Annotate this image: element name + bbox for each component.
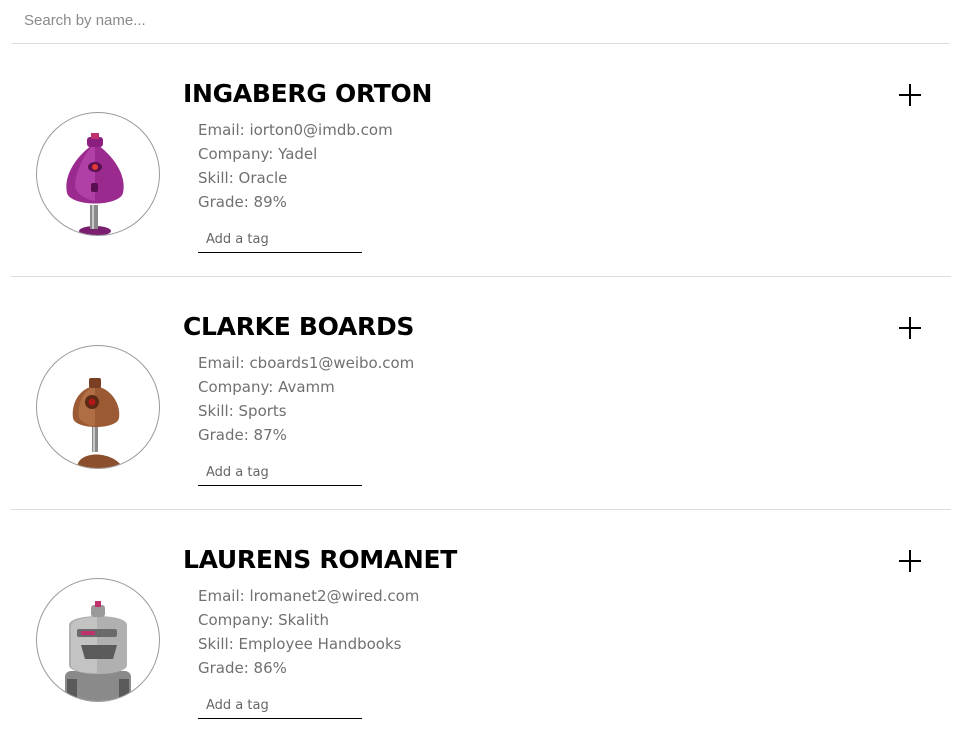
student-details: Email: iorton0@imdb.com Company: Yadel S… [198, 118, 393, 214]
robot-avatar-purple-icon [66, 133, 124, 235]
student-company: Company: Avamm [198, 378, 335, 396]
plus-icon [899, 550, 921, 572]
add-tag-input[interactable] [198, 693, 362, 719]
student-name: CLARKE BOARDS [183, 312, 415, 341]
student-email: Email: iorton0@imdb.com [198, 121, 393, 139]
search-bar [12, 0, 950, 44]
avatar [36, 345, 160, 469]
avatar [36, 578, 160, 702]
student-skill: Skill: Oracle [198, 169, 288, 187]
expand-button[interactable] [897, 315, 923, 341]
student-email: Email: lromanet2@wired.com [198, 587, 420, 605]
student-company: Company: Skalith [198, 611, 329, 629]
avatar [36, 112, 160, 236]
student-list: INGABERG ORTON Email: iorton0@imdb.com C… [0, 44, 962, 742]
student-email: Email: cboards1@weibo.com [198, 354, 415, 372]
expand-button[interactable] [897, 548, 923, 574]
student-name: LAURENS ROMANET [183, 545, 458, 574]
student-card: INGABERG ORTON Email: iorton0@imdb.com C… [11, 44, 951, 277]
student-details: Email: cboards1@weibo.com Company: Avamm… [198, 351, 414, 447]
student-company: Company: Yadel [198, 145, 318, 163]
student-card: CLARKE BOARDS Email: cboards1@weibo.com … [11, 277, 951, 510]
student-card: LAURENS ROMANET Email: lromanet2@wired.c… [11, 510, 951, 742]
student-name: INGABERG ORTON [183, 79, 433, 108]
robot-avatar-gray-icon [65, 601, 131, 701]
expand-button[interactable] [897, 82, 923, 108]
student-details: Email: lromanet2@wired.com Company: Skal… [198, 584, 419, 680]
robot-avatar-brown-icon [72, 378, 123, 468]
plus-icon [899, 317, 921, 339]
student-skill: Skill: Sports [198, 402, 287, 420]
student-grade: Grade: 86% [198, 659, 287, 677]
search-input[interactable] [24, 8, 924, 32]
plus-icon [899, 84, 921, 106]
add-tag-input[interactable] [198, 227, 362, 253]
student-skill: Skill: Employee Handbooks [198, 635, 402, 653]
student-grade: Grade: 89% [198, 193, 287, 211]
student-grade: Grade: 87% [198, 426, 287, 444]
add-tag-input[interactable] [198, 460, 362, 486]
